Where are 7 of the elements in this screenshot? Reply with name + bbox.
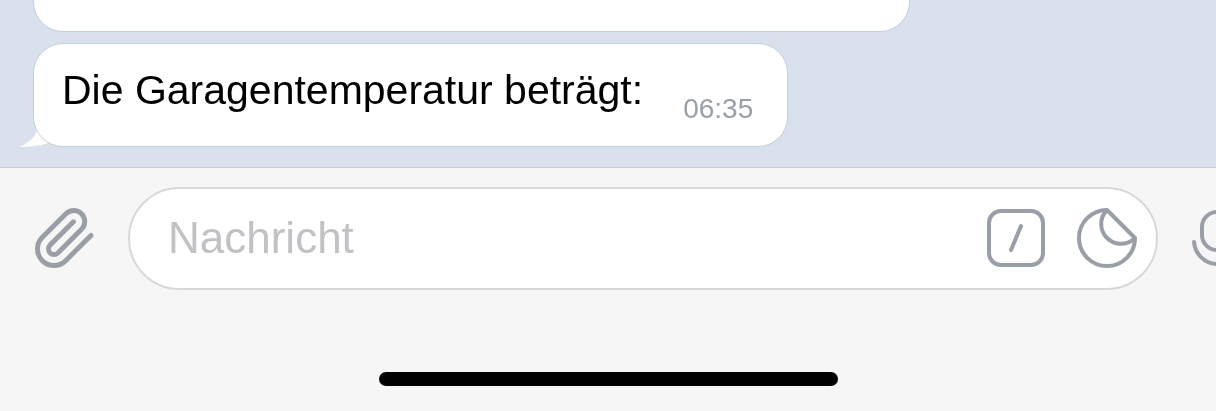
slash-command-icon[interactable] [986, 208, 1046, 268]
message-time: 06:35 [683, 92, 754, 126]
sticker-icon[interactable] [1076, 207, 1138, 269]
message-text: Die Garagentemperatur beträgt: [62, 66, 644, 116]
message-input[interactable]: Nachricht [128, 186, 1158, 290]
microphone-icon[interactable] [1190, 208, 1216, 268]
message-field[interactable]: Nachricht [168, 205, 986, 271]
